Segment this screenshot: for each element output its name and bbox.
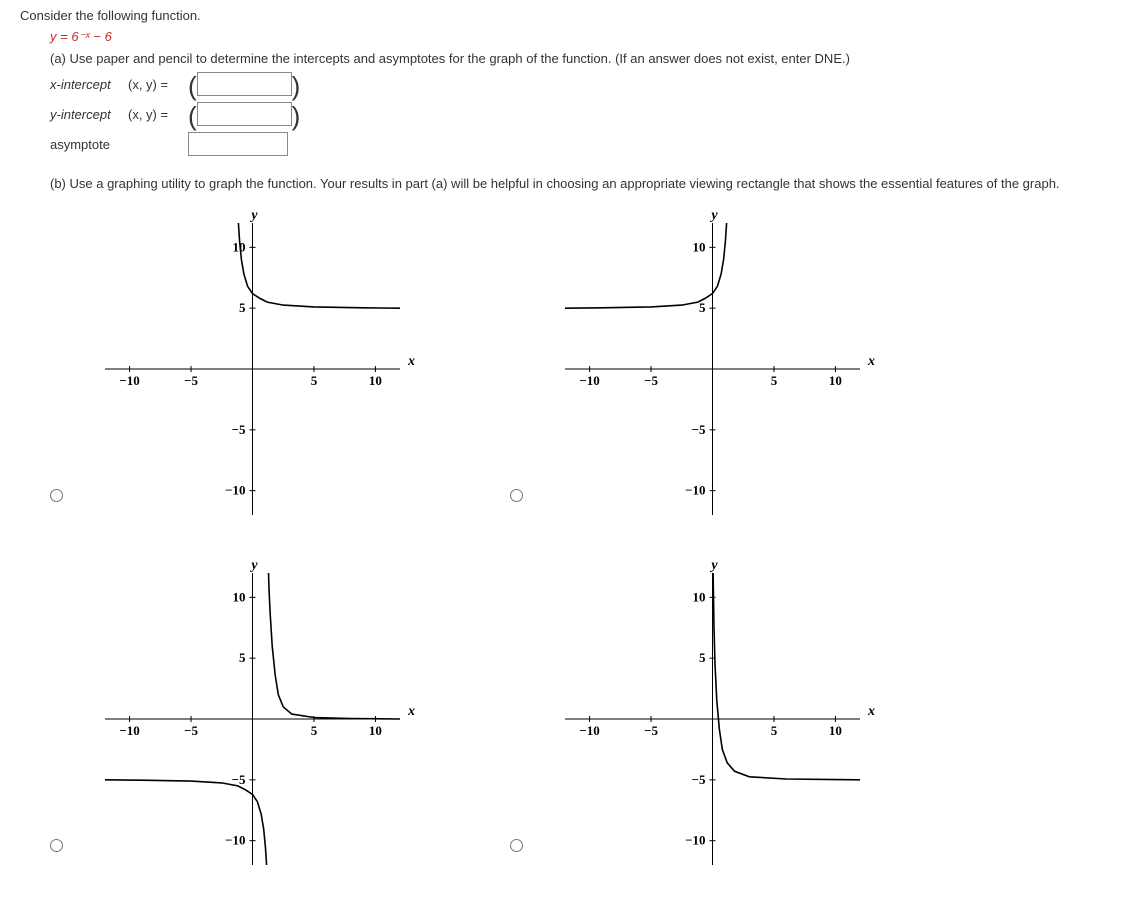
svg-text:−10: −10 [225, 483, 245, 498]
svg-text:10: 10 [233, 589, 246, 604]
svg-text:x: x [407, 704, 415, 719]
asymptote-input[interactable] [188, 132, 288, 156]
graph-svg-4: −10 −5 5 10 −10 −5 5 10 y x [540, 555, 880, 885]
svg-text:10: 10 [369, 723, 382, 738]
x-intercept-label: x-intercept [50, 77, 128, 92]
svg-text:−5: −5 [232, 422, 246, 437]
open-paren-icon: ( [188, 77, 197, 95]
graph-options-grid: −10 −5 5 10 −10 −5 5 10 y x −10 −5 5 10 −10 −5 5 10 y x −1… [80, 195, 1113, 885]
svg-text:y: y [709, 208, 718, 223]
graph-radio-3[interactable] [50, 839, 63, 852]
svg-text:−5: −5 [184, 723, 198, 738]
graph-option-1: −10−5510−10−5510yx [80, 195, 480, 535]
svg-text:x: x [867, 704, 875, 719]
svg-text:5: 5 [239, 300, 246, 315]
part-b-text: (b) Use a graphing utility to graph the … [50, 176, 1113, 191]
close-paren-icon: ) [292, 77, 301, 95]
svg-text:−5: −5 [692, 422, 706, 437]
svg-text:5: 5 [699, 300, 706, 315]
svg-text:−10: −10 [685, 483, 705, 498]
svg-text:10: 10 [369, 373, 382, 388]
svg-text:−10: −10 [225, 833, 245, 848]
svg-text:−10: −10 [579, 723, 599, 738]
graph-svg-1: −10−5510−10−5510yx [80, 205, 420, 535]
svg-text:x: x [407, 354, 415, 369]
graph-radio-2[interactable] [510, 489, 523, 502]
svg-text:y: y [249, 208, 258, 223]
graph-svg-3: −10−5510−10−5510yx [80, 555, 420, 885]
svg-text:5: 5 [771, 373, 778, 388]
function-equation: y = 6⁻ˣ − 6 [50, 29, 1113, 45]
graph-svg-2: −10 −5 5 10 −10 −5 5 10 y x [540, 205, 880, 535]
asymptote-row: asymptote [50, 132, 1113, 156]
svg-text:10: 10 [693, 239, 706, 254]
svg-text:10: 10 [829, 373, 842, 388]
svg-text:y: y [709, 558, 718, 573]
svg-text:−10: −10 [685, 833, 705, 848]
close-paren-icon: ) [292, 107, 301, 125]
graph-option-3: −10−5510−10−5510yx [80, 545, 480, 885]
svg-text:y: y [249, 558, 258, 573]
open-paren-icon: ( [188, 107, 197, 125]
xy-equals: (x, y) = [128, 107, 188, 122]
y-intercept-label: y-intercept [50, 107, 128, 122]
svg-text:5: 5 [311, 723, 318, 738]
svg-text:−10: −10 [579, 373, 599, 388]
svg-text:5: 5 [239, 650, 246, 665]
y-intercept-input[interactable] [197, 102, 292, 126]
x-intercept-input[interactable] [197, 72, 292, 96]
svg-text:−5: −5 [644, 373, 658, 388]
xy-equals: (x, y) = [128, 77, 188, 92]
graph-radio-1[interactable] [50, 489, 63, 502]
svg-text:−10: −10 [119, 373, 139, 388]
svg-text:5: 5 [771, 723, 778, 738]
intro-text: Consider the following function. [20, 8, 1113, 23]
svg-text:5: 5 [311, 373, 318, 388]
svg-text:x: x [867, 354, 875, 369]
graph-option-4: −10 −5 5 10 −10 −5 5 10 y x [540, 545, 940, 885]
part-a-text: (a) Use paper and pencil to determine th… [50, 51, 1113, 66]
graph-radio-4[interactable] [510, 839, 523, 852]
y-intercept-row: y-intercept (x, y) = ( ) [50, 102, 1113, 126]
x-intercept-row: x-intercept (x, y) = ( ) [50, 72, 1113, 96]
svg-text:10: 10 [693, 589, 706, 604]
svg-text:−5: −5 [184, 373, 198, 388]
svg-text:5: 5 [699, 650, 706, 665]
svg-text:−5: −5 [644, 723, 658, 738]
asymptote-label: asymptote [50, 137, 128, 152]
svg-text:−5: −5 [692, 772, 706, 787]
graph-option-2: −10 −5 5 10 −10 −5 5 10 y x [540, 195, 940, 535]
svg-text:−10: −10 [119, 723, 139, 738]
svg-text:10: 10 [829, 723, 842, 738]
